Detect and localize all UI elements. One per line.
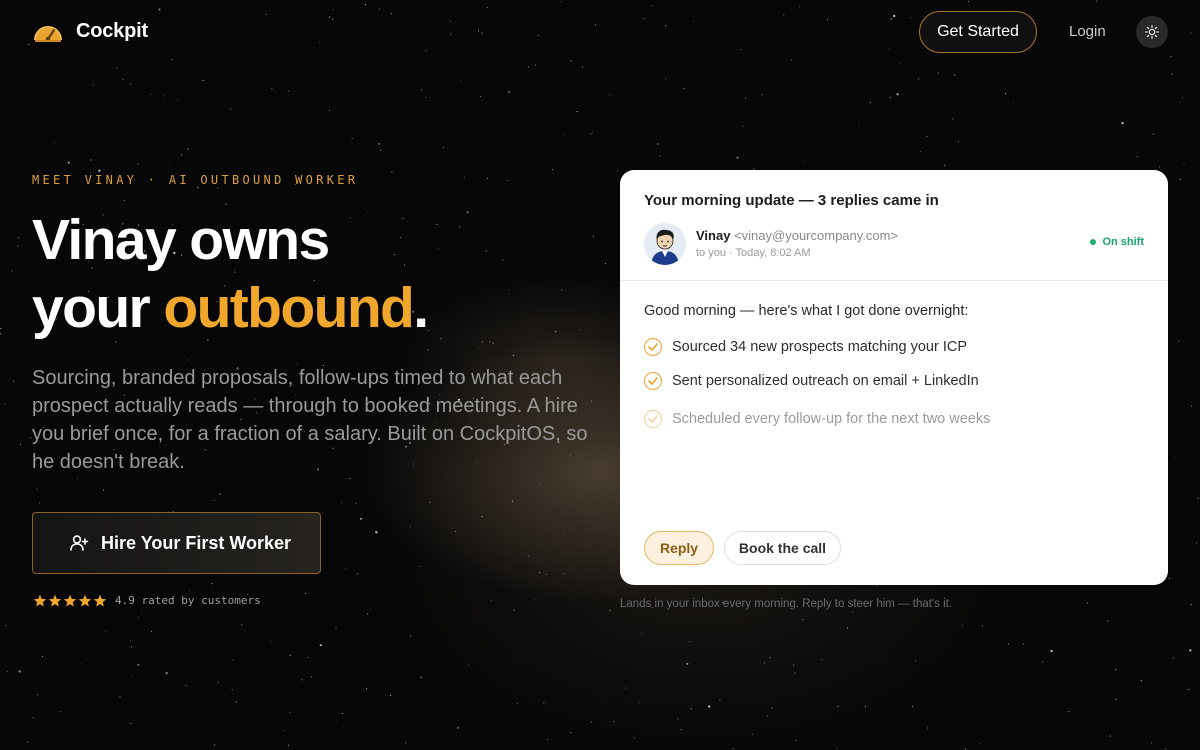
brand-name: Cockpit xyxy=(76,20,148,42)
headline-line-2-prefix: your xyxy=(32,276,164,340)
hero-description: Sourcing, branded proposals, follow-ups … xyxy=(32,367,588,473)
check-circle-icon xyxy=(644,372,662,390)
hero-headline: Vinay owns your outbound. xyxy=(32,206,429,342)
brand-logo[interactable]: Cockpit xyxy=(33,20,148,43)
check-circle-icon xyxy=(644,410,662,428)
get-started-button[interactable]: Get Started xyxy=(919,11,1037,53)
login-link[interactable]: Login xyxy=(1069,23,1106,40)
reply-button[interactable]: Reply xyxy=(644,531,714,565)
sun-icon xyxy=(1145,25,1159,39)
divider xyxy=(620,280,1168,281)
status-label: On shift xyxy=(1102,236,1144,248)
task-item: Sourced 34 new prospects matching your I… xyxy=(644,338,967,356)
email-preview-card: Your morning update — 3 replies came in … xyxy=(620,170,1168,585)
star-icon xyxy=(78,594,92,607)
hero-eyebrow: MEET VINAY · AI OUTBOUND WORKER xyxy=(32,173,359,187)
status-dot xyxy=(1090,239,1097,245)
user-plus-icon xyxy=(70,535,89,551)
email-subject: Your morning update — 3 replies came in xyxy=(644,192,939,209)
star-icon xyxy=(48,594,62,607)
email-meta: to you · Today, 8:02 AM xyxy=(696,247,811,259)
star-icon xyxy=(33,594,47,607)
gauge-icon xyxy=(34,25,62,42)
star-icon xyxy=(63,594,77,607)
hire-worker-button[interactable]: Hire Your First Worker xyxy=(32,512,321,574)
task-label: Sourced 34 new prospects matching your I… xyxy=(672,339,967,355)
avatar xyxy=(644,223,686,265)
status-badge: On shift xyxy=(1090,236,1144,248)
book-call-button[interactable]: Book the call xyxy=(724,531,841,565)
task-item: Sent personalized outreach on email + Li… xyxy=(644,372,979,390)
theme-toggle-button[interactable] xyxy=(1136,16,1168,48)
sender-name: Vinay xyxy=(696,228,731,243)
sender-email: <vinay@yourcompany.com> xyxy=(734,228,899,243)
customer-rating: 4.9 rated by customers xyxy=(33,594,261,607)
headline-accent: outbound xyxy=(163,276,415,340)
hire-worker-label: Hire Your First Worker xyxy=(101,532,292,553)
task-item: Scheduled every follow-up for the next t… xyxy=(644,410,990,428)
check-circle-icon xyxy=(644,338,662,356)
headline-line-1: Vinay owns xyxy=(32,208,330,272)
star-icon xyxy=(93,594,107,607)
task-label: Sent personalized outreach on email + Li… xyxy=(672,373,979,389)
email-caption: Lands in your inbox every morning. Reply… xyxy=(620,598,953,610)
rating-text: 4.9 rated by customers xyxy=(115,594,261,607)
email-greeting: Good morning — here's what I got done ov… xyxy=(644,303,969,319)
rating-stars xyxy=(33,594,107,607)
task-label: Scheduled every follow-up for the next t… xyxy=(672,411,991,427)
headline-suffix: . xyxy=(413,276,429,340)
email-sender: Vinay <vinay@yourcompany.com> xyxy=(696,228,898,243)
